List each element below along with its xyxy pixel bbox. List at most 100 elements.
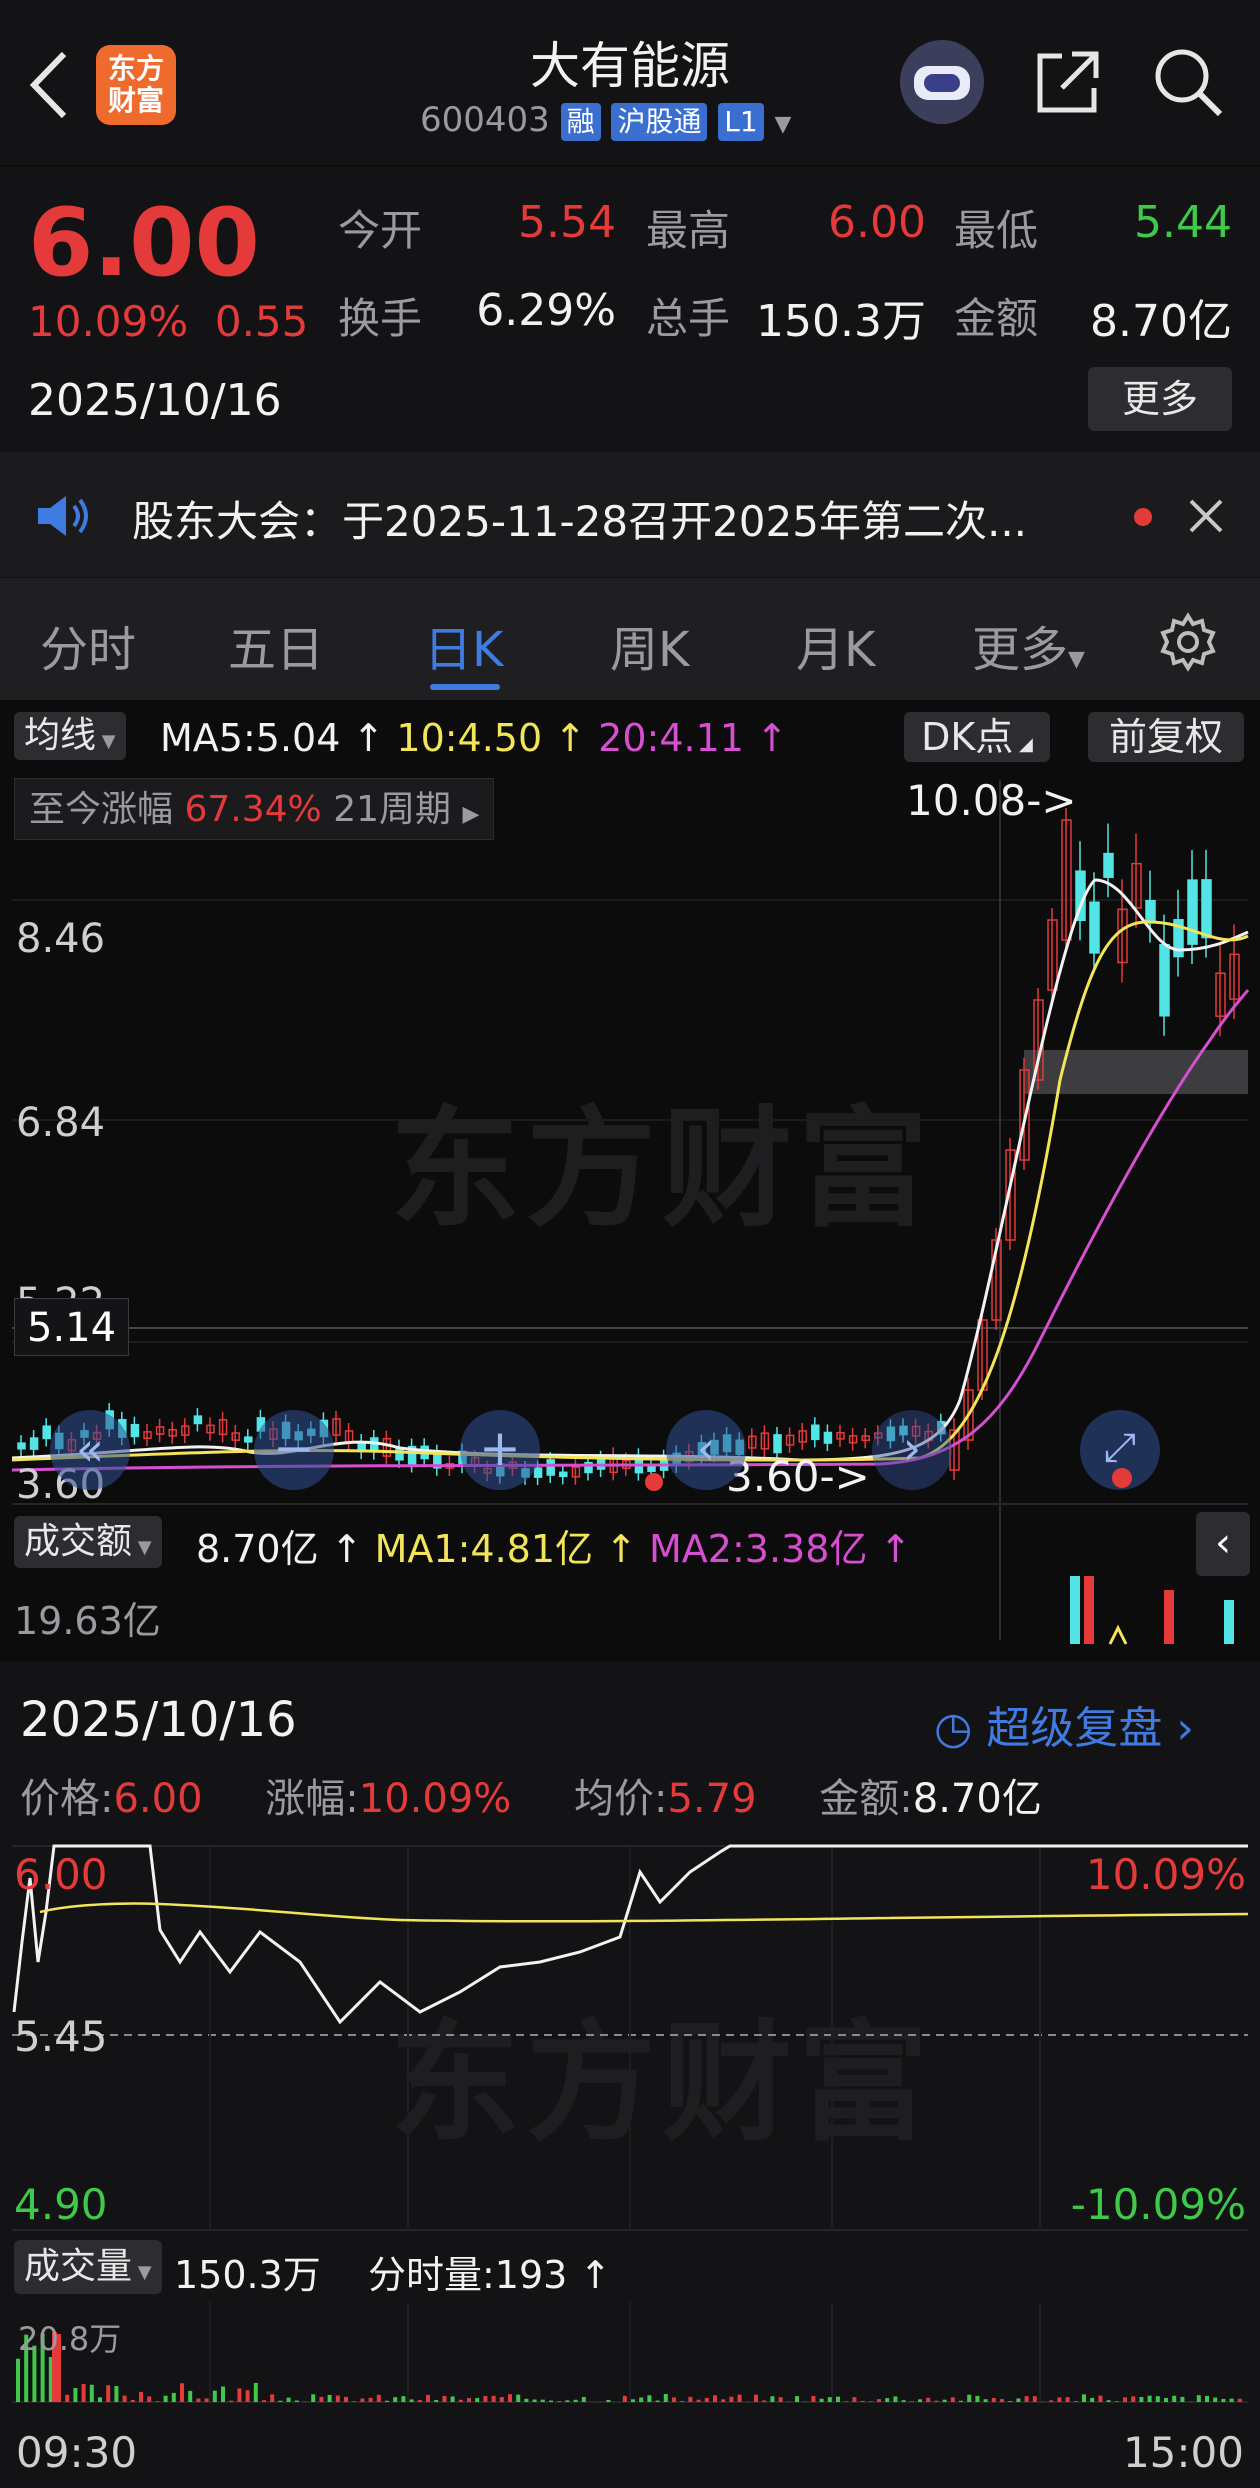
tab-more[interactable]: 更多▼ bbox=[972, 610, 1085, 680]
zoom-out-button[interactable]: − bbox=[254, 1410, 334, 1490]
intraday-chart[interactable] bbox=[0, 1662, 1260, 2488]
intraday-vol-value: 150.3万 bbox=[174, 2253, 321, 2297]
intraday-vol-max: 20.8万 bbox=[18, 2320, 122, 2358]
open-label: 今开 bbox=[338, 206, 423, 255]
volume-tick bbox=[65, 2394, 70, 2402]
volume-tick bbox=[1180, 2396, 1185, 2402]
change-row: 10.09% 0.55 bbox=[28, 297, 308, 346]
next-button[interactable]: › bbox=[872, 1410, 952, 1490]
volume-tick bbox=[442, 2395, 447, 2402]
last-price: 6.00 bbox=[28, 189, 260, 298]
intraday-vol-selector[interactable]: 成交量 ▼ bbox=[14, 2240, 162, 2294]
tab-month-k[interactable]: 月K bbox=[796, 610, 875, 680]
volume-tick bbox=[344, 2396, 348, 2402]
rewind-button[interactable]: « bbox=[50, 1410, 130, 1490]
volume-tick bbox=[311, 2394, 316, 2402]
search-icon[interactable] bbox=[1150, 44, 1226, 120]
high-marker: 10.08-> bbox=[906, 776, 1077, 825]
settings-gear-icon[interactable] bbox=[1158, 612, 1218, 672]
candle-body bbox=[29, 1437, 39, 1450]
volume-tick bbox=[918, 2399, 922, 2402]
kline-chart-area: 均线 ▼ MA5:5.04 ↑ 10:4.50 ↑ 20:4.11 ↑ DK点 … bbox=[0, 700, 1260, 1662]
volume-tick bbox=[1237, 2398, 1242, 2402]
volume-tick bbox=[163, 2395, 168, 2402]
volume-tick bbox=[434, 2400, 439, 2402]
tab-active-underline bbox=[430, 684, 500, 690]
more-button[interactable]: 更多 bbox=[1088, 367, 1232, 431]
close-icon[interactable] bbox=[1188, 498, 1224, 534]
prev-button[interactable]: ‹ bbox=[666, 1410, 746, 1490]
volume-tick bbox=[942, 2399, 947, 2402]
volume-tick bbox=[106, 2385, 111, 2402]
dropdown-icon: ▼ bbox=[132, 2262, 152, 2283]
volume-tick bbox=[1123, 2397, 1127, 2402]
volume-tick bbox=[467, 2398, 471, 2402]
volume-tick bbox=[130, 2399, 135, 2402]
volume-tick bbox=[426, 2394, 430, 2402]
tab-fenshi[interactable]: 分时 bbox=[40, 610, 136, 680]
volume-tick bbox=[139, 2391, 143, 2402]
share-icon[interactable] bbox=[1032, 46, 1104, 118]
volume-tick bbox=[98, 2397, 102, 2402]
volume-tick bbox=[147, 2396, 152, 2402]
volume-tick bbox=[877, 2399, 881, 2402]
volume-tick bbox=[901, 2400, 906, 2402]
volume-tick bbox=[81, 2384, 86, 2402]
volume-tick bbox=[1196, 2395, 1201, 2402]
turnover-value: 6.29% bbox=[476, 285, 616, 336]
zoom-in-button[interactable]: + bbox=[460, 1410, 540, 1490]
tab-week-k[interactable]: 周K bbox=[610, 610, 689, 680]
candle-body bbox=[559, 1471, 568, 1478]
low-marker: 3.60-> bbox=[726, 1452, 870, 1501]
candle-body bbox=[546, 1459, 555, 1476]
volume-tick bbox=[950, 2397, 955, 2402]
intraday-y-top: 6.00 bbox=[14, 1850, 108, 1899]
tab-day-k[interactable]: 日K bbox=[424, 610, 503, 680]
volume-tick bbox=[1205, 2395, 1209, 2402]
volume-indicator-label: 成交额 bbox=[24, 1521, 133, 1562]
volume-tick bbox=[836, 2396, 840, 2402]
volume-tick bbox=[778, 2397, 783, 2402]
volume-tick bbox=[975, 2395, 980, 2402]
candle-body bbox=[193, 1415, 203, 1425]
intraday-pct-top: 10.09% bbox=[1085, 1850, 1246, 1899]
tab-five-day[interactable]: 五日 bbox=[228, 610, 324, 680]
volume-tick bbox=[491, 2395, 496, 2402]
candle-body bbox=[1159, 943, 1170, 1017]
volume-indicator-selector[interactable]: 成交额 ▼ bbox=[14, 1516, 162, 1568]
tab-more-label: 更多 bbox=[972, 622, 1069, 678]
volume-tick bbox=[483, 2396, 488, 2402]
volume-tick bbox=[1082, 2394, 1086, 2402]
volume-tick bbox=[631, 2399, 635, 2402]
volume-tick bbox=[204, 2398, 209, 2402]
volume-tick bbox=[278, 2400, 283, 2402]
volume-tick bbox=[1147, 2395, 1152, 2402]
volume-tick bbox=[16, 2358, 20, 2402]
volume-tick bbox=[1008, 2401, 1013, 2402]
volume-tick bbox=[688, 2396, 693, 2402]
volume-tick bbox=[991, 2397, 996, 2402]
volume-tick bbox=[1164, 2398, 1168, 2402]
volume-tick bbox=[221, 2386, 225, 2402]
hugutong-tag: 沪股通 bbox=[611, 103, 708, 141]
rong-tag: 融 bbox=[560, 103, 601, 141]
candle-body bbox=[533, 1467, 543, 1478]
volume-tick bbox=[844, 2401, 849, 2402]
volume-tick bbox=[1000, 2399, 1004, 2402]
candle-body bbox=[1187, 879, 1198, 945]
volume-tick bbox=[508, 2394, 512, 2402]
volume-tick bbox=[1106, 2400, 1111, 2402]
volume-tick bbox=[622, 2395, 627, 2402]
volume-tick bbox=[1139, 2397, 1144, 2402]
volume-tick bbox=[1057, 2397, 1062, 2402]
volume-tick bbox=[1229, 2398, 1234, 2402]
volume-tick bbox=[549, 2400, 553, 2402]
volume-tick bbox=[73, 2388, 78, 2402]
collapse-panel-button[interactable]: ‹ bbox=[1196, 1512, 1250, 1576]
l1-tag: L1 bbox=[718, 103, 764, 141]
notice-bar[interactable]: 股东大会：于2025-11-28召开2025年第二次... bbox=[0, 452, 1260, 577]
volume-tick bbox=[672, 2397, 676, 2402]
stock-code-row[interactable]: 600403 融 沪股通 L1 ▼ bbox=[420, 100, 791, 144]
candle-body bbox=[811, 1424, 820, 1441]
robot-avatar-icon[interactable] bbox=[900, 40, 984, 124]
